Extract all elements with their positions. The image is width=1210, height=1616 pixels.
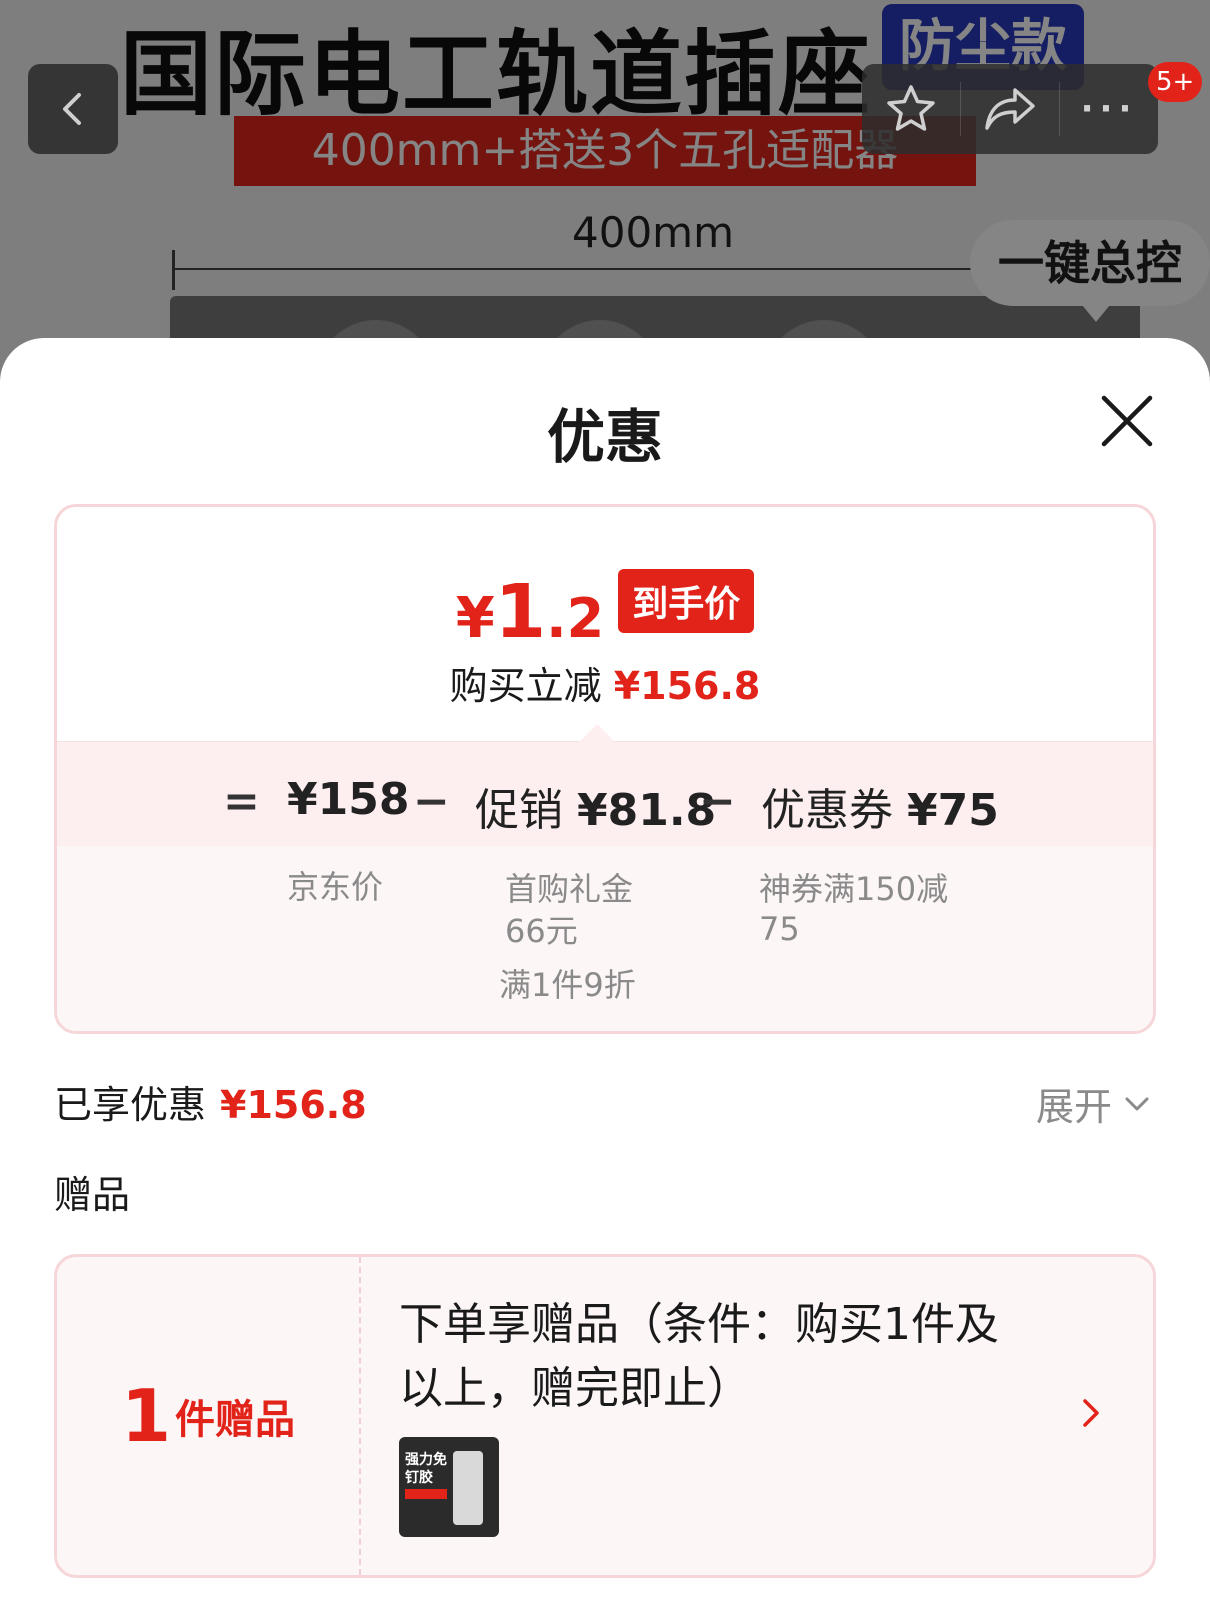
enjoyed-label: 已享优惠 xyxy=(54,1083,207,1127)
gift-line: 下单享赠品（条件：购买1件及 xyxy=(399,1299,999,1350)
nav-action-group: ··· xyxy=(862,64,1158,154)
promo-detail: 首购礼金 xyxy=(505,870,634,908)
coupon-detail: 75 xyxy=(759,910,800,948)
more-icon: ··· xyxy=(1080,89,1138,129)
sheet-title: 优惠 xyxy=(546,403,663,471)
enjoyed-value: ¥156.8 xyxy=(220,1083,367,1127)
promo-detail: 满1件9折 xyxy=(499,966,636,1004)
price-breakdown-card: ¥1.2 到手价 购买立减 ¥156.8 = ¥158 − 促销 ¥81.8 − 优… xyxy=(54,504,1156,1034)
promo-detail: 66元 xyxy=(505,912,578,950)
gift-line: 以上，赠完即止） xyxy=(399,1363,751,1414)
star-icon xyxy=(887,85,935,131)
back-button[interactable] xyxy=(28,64,118,154)
coupon-value: 优惠券 ¥75 xyxy=(761,785,999,836)
price-formula: = ¥158 − 促销 ¥81.8 − 优惠券 ¥75 京东价 首购礼金 66元… xyxy=(57,724,1153,1031)
gift-thumbnail-stripe xyxy=(405,1489,447,1499)
minus-sign: − xyxy=(699,776,736,827)
message-count-badge: 5+ xyxy=(1148,62,1203,102)
gift-divider xyxy=(359,1257,361,1575)
close-button[interactable] xyxy=(1096,390,1158,452)
saving-label: 购买立减 xyxy=(449,664,602,708)
base-price-value: ¥158 xyxy=(287,774,410,825)
discount-sheet: 优惠 ¥1.2 到手价 购买立减 ¥156.8 = ¥158 − 促销 ¥81.8 … xyxy=(0,338,1210,1616)
equals-sign: = xyxy=(223,776,260,827)
final-price: ¥1.2 xyxy=(455,569,605,655)
gift-count-label: 件赠品 xyxy=(175,1397,296,1443)
final-price-tag: 到手价 xyxy=(618,569,755,633)
coupon-detail: 神券满150减 xyxy=(759,870,949,908)
enjoyed-discount-row: 已享优惠 ¥156.8 xyxy=(54,1074,367,1129)
close-icon xyxy=(1101,395,1153,447)
gift-count: 1 xyxy=(120,1374,172,1458)
chevron-down-icon xyxy=(1125,1097,1149,1110)
formula-notch xyxy=(579,724,615,742)
promo-value: 促销 ¥81.8 xyxy=(475,785,717,836)
saving-value: ¥156.8 xyxy=(613,664,761,708)
gift-thumbnail[interactable]: 强力免钉胶 xyxy=(399,1437,499,1537)
gift-count-block: 1 件赠品 xyxy=(57,1257,359,1575)
gift-description: 下单享赠品（条件：购买1件及 以上，赠完即止） xyxy=(399,1293,1059,1421)
expand-button[interactable]: 展开 xyxy=(1036,1076,1152,1131)
gift-detail-arrow[interactable] xyxy=(1071,1393,1111,1433)
gift-thumbnail-text: 强力免钉胶 xyxy=(405,1452,447,1486)
saving-row: 购买立减 ¥156.8 xyxy=(57,655,1153,710)
share-icon xyxy=(985,88,1035,130)
favorite-button[interactable] xyxy=(862,64,960,154)
gift-thumbnail-tube xyxy=(453,1451,483,1525)
base-price-label: 京东价 xyxy=(287,868,384,906)
gift-heading: 赠品 xyxy=(54,1173,131,1217)
gift-card[interactable]: 1 件赠品 下单享赠品（条件：购买1件及 以上，赠完即止） 强力免钉胶 xyxy=(54,1254,1156,1578)
chevron-left-icon xyxy=(63,93,81,125)
more-button[interactable]: ··· xyxy=(1060,64,1158,154)
chevron-right-icon xyxy=(1083,1399,1099,1427)
minus-sign: − xyxy=(413,776,450,827)
final-price-row: ¥1.2 到手价 xyxy=(57,569,1153,655)
share-button[interactable] xyxy=(961,64,1059,154)
expand-label: 展开 xyxy=(1036,1085,1113,1129)
